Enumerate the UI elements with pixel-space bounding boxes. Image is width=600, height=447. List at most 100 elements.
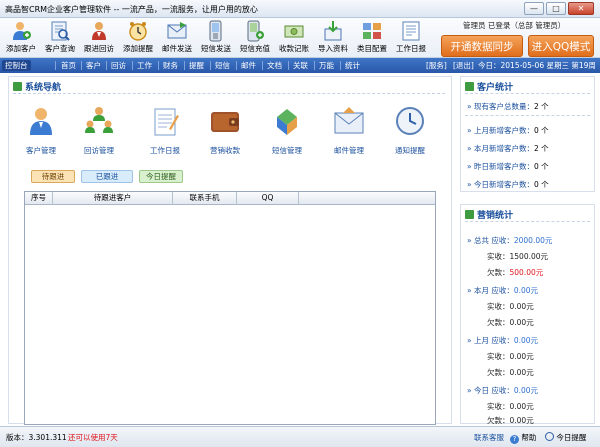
section-checkbox-icon xyxy=(465,82,474,91)
nav-reminder[interactable]: 提醒 xyxy=(189,60,204,71)
customer-management-icon xyxy=(30,108,52,135)
help-icon: ? xyxy=(510,435,519,444)
system-nav-notify[interactable]: 通知提醒 xyxy=(380,105,440,156)
window-title: 高品智CRM企业客户管理软件 -- 一流产品，一流服务，让用户用的放心 xyxy=(5,5,258,14)
section-checkbox-icon xyxy=(465,210,474,219)
daily-report-button[interactable]: 工作日报 xyxy=(391,20,431,56)
nav-sms[interactable]: 短信 xyxy=(215,60,230,71)
system-nav-customer[interactable]: 客户管理 xyxy=(11,105,71,156)
visit-management-icon xyxy=(85,107,113,133)
open-data-sync-button[interactable]: 开通数据同步 xyxy=(441,35,523,57)
add-customer-button[interactable]: 添加客户 xyxy=(1,20,41,56)
nav-visit[interactable]: 回访 xyxy=(111,60,126,71)
qq-mode-button[interactable]: 进入QQ模式 xyxy=(528,35,594,57)
notify-clock-icon xyxy=(396,107,424,135)
version-text: 版本：3.301.311 xyxy=(6,433,67,442)
section-checkbox-icon xyxy=(13,82,22,91)
pending-customers-grid: 序号 待跟进客户 联系手机 QQ xyxy=(24,191,436,425)
tab-pending[interactable]: 待跟进 xyxy=(31,170,75,183)
tab-today-reminder[interactable]: 今日提醒 xyxy=(139,170,183,183)
tab-followed[interactable]: 已跟进 xyxy=(81,170,133,183)
category-config-button[interactable]: 类目配置 xyxy=(352,20,392,56)
nav-finance[interactable]: 财务 xyxy=(163,60,178,71)
nav-customer[interactable]: 客户 xyxy=(86,60,101,71)
mail-send-icon xyxy=(167,22,187,39)
sales-month-owed: 欠款：0.00元 xyxy=(487,318,534,327)
col-pending-customer[interactable]: 待跟进客户 xyxy=(53,192,173,205)
sales-today-due: » 今日 应收：0.00元 xyxy=(467,386,539,395)
toolbar-label: 短信发送 xyxy=(201,44,231,53)
system-nav-mail[interactable]: 邮件管理 xyxy=(319,105,379,156)
follow-up-button[interactable]: 跟进回访 xyxy=(79,20,119,56)
sms-management-icon xyxy=(277,109,297,135)
customer-stats-section: 客户统计 » 现有客户总数量：2 个 » 上月新增客户数：0 个 » 本月新增客… xyxy=(460,76,595,192)
customer-search-button[interactable]: 客户查询 xyxy=(40,20,80,56)
nav-console[interactable]: 控制台 xyxy=(2,60,31,71)
mail-management-icon xyxy=(334,107,364,134)
sales-stats-title: 营销统计 xyxy=(465,208,513,221)
window-controls: — □ ✕ xyxy=(524,2,594,15)
payment-record-button[interactable]: 收款记账 xyxy=(274,20,314,56)
minimize-button[interactable]: — xyxy=(524,2,544,15)
toolbar-label: 短信充值 xyxy=(240,44,270,53)
col-qq[interactable]: QQ xyxy=(237,192,299,205)
sales-total-due: » 总共 应收：2000.00元 xyxy=(467,236,553,245)
toolbar-label: 添加提醒 xyxy=(123,44,153,53)
nav-docs[interactable]: 文档 xyxy=(267,60,282,71)
toolbar-label: 收款记账 xyxy=(279,44,309,53)
sales-last-month-due: » 上月 应收：0.00元 xyxy=(467,336,539,345)
system-nav-title: 系统导航 xyxy=(13,80,61,93)
today-reminder-link[interactable]: 今日提醒 xyxy=(545,432,586,443)
work-report-icon xyxy=(154,108,179,136)
nav-mail[interactable]: 邮件 xyxy=(241,60,256,71)
clock-icon xyxy=(545,432,554,441)
exit-link[interactable]: [退出] xyxy=(453,60,474,71)
send-mail-button[interactable]: 邮件发送 xyxy=(157,20,197,56)
system-nav-sales-collection[interactable]: 营销收款 xyxy=(195,105,255,156)
nav-universal[interactable]: 万能 xyxy=(319,60,334,71)
nav-statistics[interactable]: 统计 xyxy=(345,60,360,71)
system-nav-sms[interactable]: 短信管理 xyxy=(257,105,317,156)
nav-work[interactable]: 工作 xyxy=(137,60,152,71)
col-index[interactable]: 序号 xyxy=(25,192,53,205)
add-customer-icon xyxy=(13,22,31,40)
module-nav-bar: 控制台 首页 客户 回访 工作 财务 提醒 短信 邮件 文档 关联 万能 统计 … xyxy=(0,58,600,73)
sales-last-month-owed: 欠款：0.00元 xyxy=(487,368,534,377)
stat-yesterday-new: » 昨日新增客户数：0 个 xyxy=(467,162,549,171)
money-icon xyxy=(284,25,304,38)
customer-search-icon xyxy=(51,21,70,41)
system-nav-visit[interactable]: 回访管理 xyxy=(69,105,129,156)
nav-relation[interactable]: 关联 xyxy=(293,60,308,71)
contact-support-link[interactable]: 联系客服 xyxy=(474,432,504,443)
toolbar-label: 工作日报 xyxy=(396,44,426,53)
maximize-button[interactable]: □ xyxy=(546,2,566,15)
main-panel: 系统导航 客户管理 回访管理 工作日报 营销收款 短信管理 邮件管理 通知提醒 … xyxy=(8,76,452,425)
system-nav-work-report[interactable]: 工作日报 xyxy=(135,105,195,156)
import-icon xyxy=(324,21,342,41)
toolbar-label: 类目配置 xyxy=(357,44,387,53)
grid-header: 序号 待跟进客户 联系手机 QQ xyxy=(25,192,435,205)
send-sms-button[interactable]: 短信发送 xyxy=(196,20,236,56)
sales-total-received: 实收：1500.00元 xyxy=(487,252,549,261)
category-config-icon xyxy=(363,23,381,39)
customer-stats-title: 客户统计 xyxy=(465,80,513,93)
sms-recharge-button[interactable]: 短信充值 xyxy=(235,20,275,56)
user-info: 管理员 已登录（总部 管理员） xyxy=(463,21,566,30)
sms-send-icon xyxy=(209,20,222,42)
help-link[interactable]: ? 帮助 xyxy=(510,432,536,444)
toolbar-label: 添加客户 xyxy=(6,44,36,53)
sales-last-month-received: 实收：0.00元 xyxy=(487,352,534,361)
sales-today-received: 实收：0.00元 xyxy=(487,402,534,411)
import-data-button[interactable]: 导入资料 xyxy=(313,20,353,56)
main-toolbar: 添加客户 客户查询 跟进回访 添加提醒 邮件发送 短信发送 短信充值 收款记账 … xyxy=(0,18,600,58)
service-link[interactable]: [服务] xyxy=(426,60,447,71)
stat-last-month-new: » 上月新增客户数：0 个 xyxy=(467,126,549,135)
col-mobile[interactable]: 联系手机 xyxy=(173,192,237,205)
right-panel: 客户统计 » 现有客户总数量：2 个 » 上月新增客户数：0 个 » 本月新增客… xyxy=(460,76,595,425)
nav-home[interactable]: 首页 xyxy=(61,60,76,71)
follow-up-icon xyxy=(92,22,106,40)
add-reminder-button[interactable]: 添加提醒 xyxy=(118,20,158,56)
title-bar: 高品智CRM企业客户管理软件 -- 一流产品，一流服务，让用户用的放心 — □ … xyxy=(0,0,600,18)
stat-total-customers: » 现有客户总数量：2 个 xyxy=(467,102,549,111)
close-button[interactable]: ✕ xyxy=(568,2,594,15)
